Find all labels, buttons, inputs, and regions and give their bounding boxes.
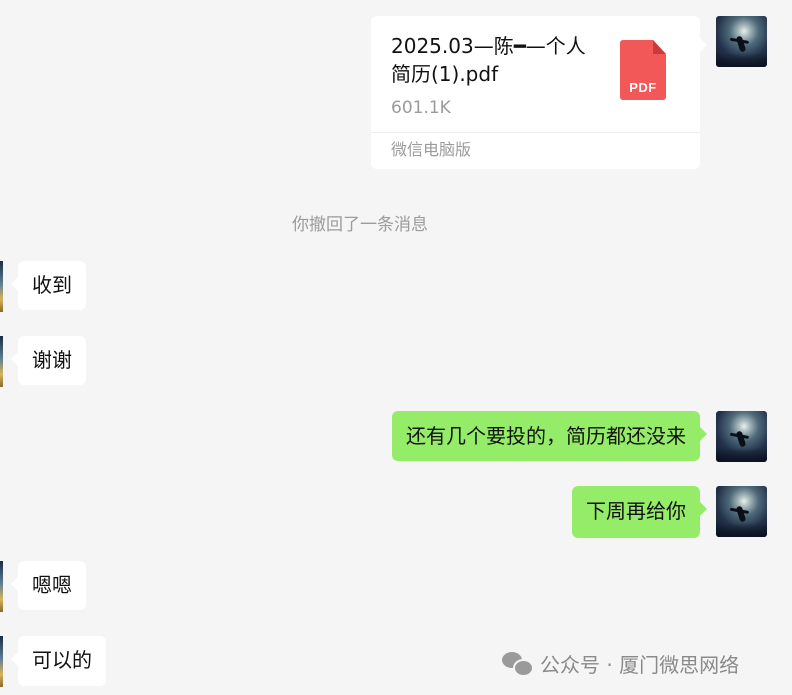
- message-text: 谢谢: [32, 348, 72, 372]
- watermark: 公众号 · 厦门微思网络: [502, 648, 739, 678]
- received-message-bubble[interactable]: 谢谢: [11, 336, 86, 385]
- bubble-tail: [11, 352, 18, 366]
- message-text: 还有几个要投的，简历都还没来: [406, 424, 686, 448]
- file-name: 2025.03—陈━—个人简历(1).pdf: [391, 34, 586, 86]
- file-size: 601.1K: [391, 98, 451, 118]
- my-avatar[interactable]: [716, 16, 767, 67]
- bubble-tail: [11, 577, 18, 591]
- wechat-icon: [502, 650, 534, 677]
- received-message-bubble[interactable]: 嗯嗯: [11, 561, 86, 610]
- contact-avatar[interactable]: [0, 336, 3, 387]
- received-message-bubble[interactable]: 收到: [11, 261, 86, 310]
- contact-avatar[interactable]: [0, 636, 3, 687]
- received-message-bubble[interactable]: 可以的: [11, 636, 106, 686]
- message-text: 下周再给你: [586, 499, 686, 523]
- avatar-figure: [735, 35, 747, 53]
- file-message-card[interactable]: 2025.03—陈━—个人简历(1).pdf 601.1K PDF 微信电脑版: [371, 16, 707, 169]
- recall-notice: 你撤回了一条消息: [292, 215, 428, 235]
- pdf-label: PDF: [629, 80, 657, 95]
- bubble-tail: [700, 502, 707, 516]
- watermark-text: 公众号 · 厦门微思网络: [540, 652, 740, 677]
- my-avatar[interactable]: [716, 486, 767, 537]
- my-avatar[interactable]: [716, 411, 767, 462]
- avatar-figure: [735, 505, 747, 523]
- file-source: 微信电脑版: [391, 140, 472, 159]
- avatar-figure: [735, 430, 747, 448]
- contact-avatar[interactable]: [0, 561, 3, 612]
- message-text: 可以的: [32, 648, 92, 672]
- bubble-tail: [11, 277, 18, 291]
- sent-message-bubble[interactable]: 下周再给你: [572, 486, 707, 538]
- contact-avatar[interactable]: [0, 261, 3, 312]
- message-text: 收到: [32, 273, 72, 297]
- bubble-tail: [11, 652, 18, 666]
- bubble-tail: [700, 38, 707, 52]
- bubble-tail: [700, 427, 707, 441]
- message-text: 嗯嗯: [32, 573, 72, 597]
- divider: [371, 132, 700, 133]
- sent-message-bubble[interactable]: 还有几个要投的，简历都还没来: [392, 411, 707, 461]
